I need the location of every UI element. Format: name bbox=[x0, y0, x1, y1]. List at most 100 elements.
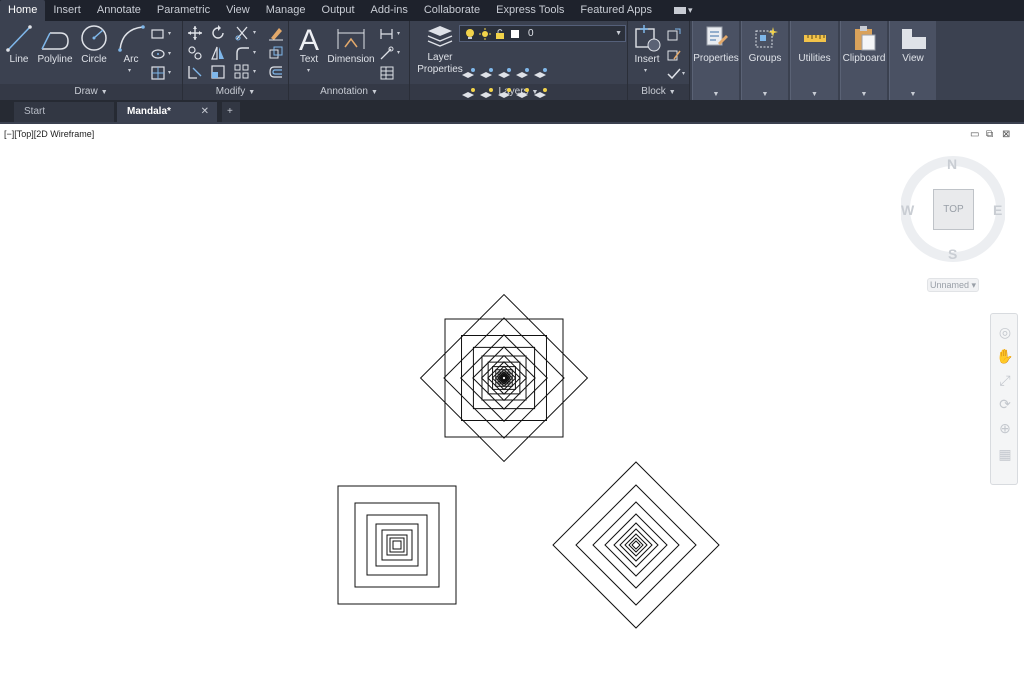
groups-panel-button[interactable]: Groups ▼ bbox=[741, 21, 788, 100]
mandala-diamond[interactable] bbox=[419, 293, 589, 463]
nested-diamond[interactable] bbox=[575, 484, 697, 606]
circle-button[interactable]: Circle bbox=[78, 23, 110, 66]
nested-squares-figure[interactable] bbox=[337, 485, 457, 605]
chevron-down-icon[interactable]: ▾ bbox=[644, 67, 647, 74]
compass-south[interactable]: S bbox=[948, 246, 957, 262]
tab-collaborate[interactable]: Collaborate bbox=[416, 0, 488, 21]
compass-east[interactable]: E bbox=[993, 202, 1002, 218]
layer-properties-icon bbox=[427, 26, 453, 47]
dimension-button[interactable]: Dimension bbox=[327, 23, 375, 66]
clipboard-panel-button[interactable]: Clipboard ▼ bbox=[840, 21, 887, 100]
viewcube[interactable]: N S E W TOP bbox=[901, 152, 1005, 262]
file-tab-start[interactable]: Start bbox=[14, 102, 114, 122]
erase-icon[interactable] bbox=[268, 25, 284, 41]
tab-home[interactable]: Home bbox=[0, 0, 46, 21]
view-panel-button[interactable]: View ▼ bbox=[889, 21, 936, 100]
modify-panel-title[interactable]: Modify ▼ bbox=[183, 84, 288, 100]
hatch-icon[interactable] bbox=[150, 65, 166, 81]
trim-icon[interactable] bbox=[234, 25, 250, 41]
text-button[interactable]: A Text bbox=[293, 23, 325, 66]
tab-insert[interactable]: Insert bbox=[45, 0, 89, 21]
file-tab-mandala[interactable]: Mandala* ✕ bbox=[117, 102, 217, 122]
table-icon[interactable] bbox=[379, 65, 395, 81]
ucs-menu[interactable]: Unnamed ▾ bbox=[927, 278, 979, 292]
nested-square[interactable] bbox=[337, 485, 457, 605]
layer-dropdown[interactable]: 0 ▼ bbox=[459, 25, 626, 42]
scale-icon[interactable] bbox=[210, 64, 226, 80]
mandala-square[interactable] bbox=[444, 318, 564, 438]
viewcube-top-face[interactable]: TOP bbox=[933, 189, 974, 230]
tab-express-tools[interactable]: Express Tools bbox=[488, 0, 572, 21]
view-label: View bbox=[902, 53, 924, 64]
chevron-down-icon[interactable]: ▾ bbox=[253, 68, 256, 75]
chevron-down-icon[interactable]: ▾ bbox=[682, 70, 685, 77]
multileader-icon[interactable] bbox=[379, 45, 395, 61]
arc-button[interactable]: Arc bbox=[116, 23, 146, 66]
nested-square[interactable] bbox=[354, 502, 440, 588]
stretch-icon[interactable] bbox=[187, 64, 203, 80]
chevron-down-icon[interactable]: ▾ bbox=[168, 30, 171, 37]
rectangle-icon[interactable] bbox=[150, 26, 166, 42]
offset-icon[interactable] bbox=[268, 64, 284, 80]
dimension-label: Dimension bbox=[327, 54, 375, 65]
close-icon[interactable]: ✕ bbox=[201, 102, 209, 122]
mirror-icon[interactable] bbox=[210, 45, 226, 61]
create-block-icon[interactable] bbox=[666, 27, 682, 43]
navbar-options-icon[interactable]: ▦ bbox=[995, 444, 1015, 464]
fillet-icon[interactable] bbox=[234, 45, 250, 61]
tab-annotate[interactable]: Annotate bbox=[89, 0, 149, 21]
draw-panel-title[interactable]: Draw ▼ bbox=[0, 84, 182, 100]
chevron-down-icon[interactable]: ▾ bbox=[307, 67, 310, 74]
utilities-panel-button[interactable]: Utilities ▼ bbox=[790, 21, 838, 100]
annotation-panel: A Text Dimension ▾ ▾ ▾ Annotation ▼ bbox=[289, 21, 410, 100]
tab-add-ins[interactable]: Add-ins bbox=[363, 0, 416, 21]
array-icon[interactable] bbox=[234, 64, 250, 80]
copy-icon[interactable] bbox=[187, 45, 203, 61]
steering-wheel-icon[interactable]: ◎ bbox=[995, 322, 1015, 342]
tab-output[interactable]: Output bbox=[314, 0, 363, 21]
leader-icon[interactable] bbox=[379, 26, 395, 42]
nested-diamond[interactable] bbox=[628, 537, 644, 553]
nested-diamond[interactable] bbox=[552, 461, 720, 629]
polyline-button[interactable]: Polyline bbox=[36, 23, 74, 66]
mandala-star-figure[interactable] bbox=[419, 293, 589, 463]
new-tab-button[interactable]: + bbox=[222, 102, 240, 122]
properties-panel-button[interactable]: Properties ▼ bbox=[692, 21, 739, 100]
layer-tools-row-1[interactable] bbox=[460, 66, 556, 84]
move-icon[interactable] bbox=[187, 25, 203, 41]
drawing-geometry[interactable] bbox=[0, 124, 1024, 674]
chevron-down-icon[interactable]: ▾ bbox=[168, 50, 171, 57]
chevron-down-icon[interactable]: ▾ bbox=[128, 67, 131, 74]
block-panel-title[interactable]: Block ▼ bbox=[628, 84, 689, 100]
insert-button[interactable]: Insert bbox=[630, 23, 664, 66]
chevron-down-icon[interactable]: ▾ bbox=[397, 30, 400, 37]
tab-manage[interactable]: Manage bbox=[258, 0, 314, 21]
showmotion-icon[interactable]: ⊕ bbox=[995, 418, 1015, 438]
tab-parametric[interactable]: Parametric bbox=[149, 0, 218, 21]
pan-icon[interactable]: ✋ bbox=[995, 346, 1015, 366]
tab-view[interactable]: View bbox=[218, 0, 258, 21]
nested-diamonds-figure[interactable] bbox=[552, 461, 720, 629]
line-button[interactable]: Line bbox=[5, 23, 33, 66]
workspace-toggle[interactable]: ▾ bbox=[673, 5, 692, 16]
ellipse-icon[interactable] bbox=[150, 46, 166, 62]
nested-diamond[interactable] bbox=[631, 540, 641, 550]
orbit-icon[interactable]: ⟳ bbox=[995, 394, 1015, 414]
block-attributes-icon[interactable] bbox=[666, 66, 682, 82]
chevron-down-icon[interactable]: ▾ bbox=[253, 29, 256, 36]
drawing-canvas[interactable]: [−][Top][2D Wireframe] ▭ ⧉ ⊠ N S E W TOP… bbox=[0, 124, 1024, 674]
compass-west[interactable]: W bbox=[901, 202, 914, 218]
zoom-extents-icon[interactable]: ⤢ bbox=[995, 370, 1015, 390]
nested-square[interactable] bbox=[392, 540, 402, 550]
edit-block-icon[interactable] bbox=[666, 47, 682, 63]
chevron-down-icon[interactable]: ▾ bbox=[253, 49, 256, 56]
explode-icon[interactable] bbox=[268, 45, 284, 61]
layer-properties-button[interactable]: Layer Properties bbox=[416, 23, 464, 76]
rotate-icon[interactable] bbox=[210, 25, 226, 41]
tab-featured-apps[interactable]: Featured Apps bbox=[572, 0, 660, 21]
chevron-down-icon[interactable]: ▾ bbox=[168, 69, 171, 76]
compass-north[interactable]: N bbox=[947, 156, 957, 172]
chevron-down-icon[interactable]: ▾ bbox=[397, 49, 400, 56]
nested-square[interactable] bbox=[389, 537, 405, 553]
annotation-panel-title[interactable]: Annotation ▼ bbox=[289, 84, 409, 100]
